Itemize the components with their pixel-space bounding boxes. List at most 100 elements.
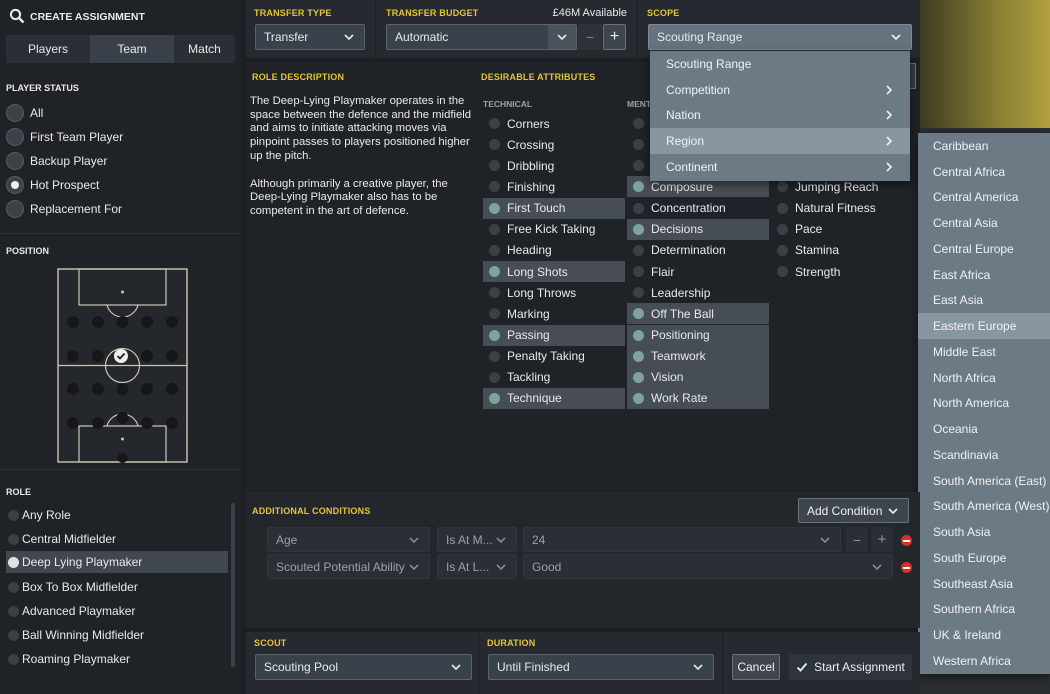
- condition-plus-button[interactable]: +: [871, 527, 893, 552]
- attribute-mental[interactable]: Leadership: [627, 282, 769, 303]
- attribute-technical[interactable]: Marking: [483, 303, 625, 324]
- tab-match[interactable]: Match: [174, 35, 235, 63]
- status-option-hot-prospect[interactable]: Hot Prospect: [6, 176, 99, 194]
- check-icon: [633, 308, 644, 320]
- condition-operator-select[interactable]: Is At M...: [437, 527, 517, 552]
- attribute-mental[interactable]: B: [627, 155, 659, 176]
- condition-field-select[interactable]: Age: [267, 527, 430, 552]
- status-option-all[interactable]: All: [6, 104, 43, 122]
- attribute-technical[interactable]: Tackling: [483, 367, 625, 388]
- region-option[interactable]: South America (West): [918, 494, 1050, 520]
- attribute-physical[interactable]: Strength: [771, 261, 911, 282]
- attribute-mental[interactable]: Determination: [627, 240, 769, 261]
- role-option-central-midfielder[interactable]: Central Midfielder: [6, 528, 228, 550]
- region-option[interactable]: South America (East): [918, 468, 1050, 494]
- region-option[interactable]: South Asia: [918, 519, 1050, 545]
- role-option-ball-winning[interactable]: Ball Winning Midfielder: [6, 624, 228, 646]
- attribute-technical[interactable]: Technique: [483, 387, 625, 409]
- add-condition-button[interactable]: Add Condition: [798, 498, 909, 523]
- region-option[interactable]: UK & Ireland: [918, 622, 1050, 648]
- attribute-mental[interactable]: A: [627, 134, 659, 155]
- role-option-roaming-playmaker[interactable]: Roaming Playmaker: [6, 648, 228, 670]
- attribute-technical[interactable]: Long Shots: [483, 261, 625, 283]
- budget-minus-button[interactable]: −: [578, 24, 602, 50]
- region-option[interactable]: Southern Africa: [918, 597, 1050, 623]
- region-option[interactable]: Southeast Asia: [918, 571, 1050, 597]
- attribute-technical[interactable]: Dribbling: [483, 155, 625, 176]
- remove-condition-icon[interactable]: [901, 535, 912, 546]
- region-option[interactable]: North Africa: [918, 365, 1050, 391]
- start-assignment-button[interactable]: Start Assignment: [789, 654, 912, 680]
- region-option[interactable]: East Asia: [918, 288, 1050, 314]
- attribute-mental[interactable]: Vision: [627, 366, 769, 388]
- region-option[interactable]: North America: [918, 391, 1050, 417]
- pitch-diagram[interactable]: [57, 268, 188, 463]
- attribute-technical[interactable]: Long Throws: [483, 282, 625, 303]
- status-option-first-team[interactable]: First Team Player: [6, 128, 123, 146]
- region-option[interactable]: East Africa: [918, 262, 1050, 288]
- check-icon: [777, 244, 788, 256]
- condition-operator-select[interactable]: Is At L...: [437, 554, 517, 579]
- cancel-button[interactable]: Cancel: [732, 654, 780, 680]
- attribute-physical[interactable]: Pace: [771, 219, 911, 240]
- role-option-any[interactable]: Any Role: [6, 504, 228, 526]
- status-option-backup[interactable]: Backup Player: [6, 152, 107, 170]
- region-option[interactable]: South Europe: [918, 545, 1050, 571]
- check-icon: [633, 392, 644, 404]
- attribute-mental[interactable]: Work Rate: [627, 387, 769, 409]
- role-option-advanced-playmaker[interactable]: Advanced Playmaker: [6, 600, 228, 622]
- scout-select[interactable]: Scouting Pool: [255, 654, 472, 680]
- region-option[interactable]: Caribbean: [918, 133, 1050, 159]
- region-option[interactable]: Central Europe: [918, 236, 1050, 262]
- radio-icon: [8, 509, 19, 521]
- scope-select[interactable]: Scouting Range: [648, 24, 912, 50]
- region-option[interactable]: Scandinavia: [918, 442, 1050, 468]
- attribute-mental[interactable]: Decisions: [627, 218, 769, 240]
- attribute-technical[interactable]: Crossing: [483, 134, 625, 155]
- transfer-type-select[interactable]: Transfer: [255, 24, 365, 50]
- attribute-mental[interactable]: Teamwork: [627, 345, 769, 367]
- status-option-replacement[interactable]: Replacement For: [6, 200, 122, 218]
- attribute-technical[interactable]: Corners: [483, 113, 625, 134]
- region-option[interactable]: Central America: [918, 185, 1050, 211]
- duration-select[interactable]: Until Finished: [488, 654, 714, 680]
- scope-option-region[interactable]: Region: [650, 128, 910, 154]
- tab-team[interactable]: Team: [90, 35, 174, 63]
- role-option-deep-lying-playmaker[interactable]: Deep Lying Playmaker: [6, 551, 228, 573]
- attribute-mental[interactable]: Positioning: [627, 324, 769, 346]
- scope-option-competition[interactable]: Competition: [650, 77, 910, 103]
- role-option-box-to-box[interactable]: Box To Box Midfielder: [6, 576, 228, 598]
- attribute-technical[interactable]: Passing: [483, 324, 625, 346]
- attribute-technical[interactable]: Finishing: [483, 176, 625, 197]
- condition-value-select[interactable]: 24: [523, 527, 841, 552]
- condition-value-select[interactable]: Good: [523, 554, 893, 579]
- condition-field-select[interactable]: Scouted Potential Ability: [267, 554, 430, 579]
- attribute-technical[interactable]: First Touch: [483, 197, 625, 219]
- region-option[interactable]: Eastern Europe: [918, 313, 1050, 339]
- scope-option-continent[interactable]: Continent: [650, 154, 910, 180]
- region-option[interactable]: Central Africa: [918, 159, 1050, 185]
- condition-minus-button[interactable]: −: [846, 527, 868, 552]
- mental-header: MENT: [627, 99, 652, 109]
- attribute-mental[interactable]: Flair: [627, 261, 769, 282]
- region-option[interactable]: Western Africa: [918, 648, 1050, 674]
- attribute-technical[interactable]: Free Kick Taking: [483, 219, 625, 240]
- tab-players[interactable]: Players: [6, 35, 90, 63]
- role-scrollbar[interactable]: [231, 503, 235, 667]
- attribute-technical[interactable]: Heading: [483, 240, 625, 261]
- attribute-mental[interactable]: A: [627, 113, 659, 134]
- region-option[interactable]: Oceania: [918, 416, 1050, 442]
- region-option[interactable]: Central Asia: [918, 210, 1050, 236]
- attribute-mental[interactable]: Off The Ball: [627, 303, 769, 325]
- region-option[interactable]: Middle East: [918, 339, 1050, 365]
- attribute-physical[interactable]: Natural Fitness: [771, 198, 911, 219]
- attribute-mental[interactable]: Concentration: [627, 198, 769, 219]
- scope-option-nation[interactable]: Nation: [650, 102, 910, 128]
- budget-plus-button[interactable]: +: [603, 24, 626, 50]
- remove-condition-icon[interactable]: [901, 562, 912, 573]
- radio-selected-icon: [6, 176, 24, 194]
- attribute-technical[interactable]: Penalty Taking: [483, 346, 625, 367]
- transfer-budget-select[interactable]: Automatic: [386, 24, 577, 50]
- attribute-physical[interactable]: Stamina: [771, 240, 911, 261]
- scope-option-scouting-range[interactable]: Scouting Range: [650, 51, 910, 77]
